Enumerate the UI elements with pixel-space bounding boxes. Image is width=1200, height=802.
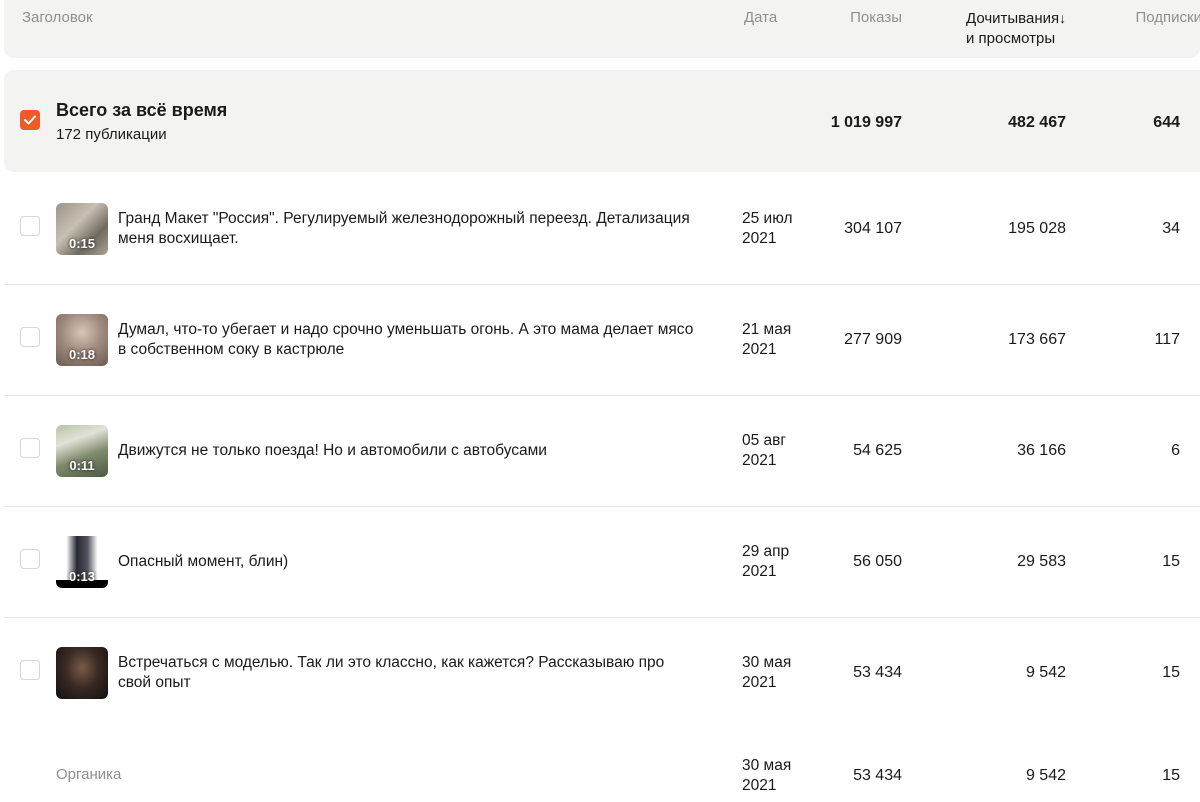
row-checkbox[interactable] xyxy=(20,216,40,236)
total-subs: 644 xyxy=(1153,114,1180,131)
check-icon xyxy=(24,115,36,125)
row-title[interactable]: Движутся не только поезда! Но и автомоби… xyxy=(118,441,733,461)
video-duration: 0:15 xyxy=(68,236,96,251)
row-title-line1: Гранд Макет "Россия". Регулируемый желез… xyxy=(118,210,690,227)
organic-subs: 15 xyxy=(1162,767,1180,784)
row-reads: 29 583 xyxy=(1017,553,1066,570)
total-checkbox[interactable] xyxy=(20,110,40,130)
video-duration: 0:11 xyxy=(69,458,95,473)
organic-label: Органика xyxy=(56,766,122,783)
row-reads: 173 667 xyxy=(1008,331,1066,348)
row-title-line2: меня восхищает. xyxy=(118,230,239,247)
row-subs: 34 xyxy=(1162,220,1180,237)
row-title-line1: Опасный момент, блин) xyxy=(118,553,289,570)
sort-down-icon: ↓ xyxy=(1059,10,1067,26)
column-header-title[interactable]: Заголовок xyxy=(22,8,93,28)
row-subs: 6 xyxy=(1171,442,1180,459)
column-header-reads[interactable]: Дочитывания↓ и просмотры xyxy=(966,8,1096,49)
video-thumbnail[interactable]: 0:13 xyxy=(56,536,108,588)
column-header-subs[interactable]: Подписки xyxy=(1084,8,1200,28)
row-title-line2: в собственном соку в кастрюле xyxy=(118,341,345,358)
article-thumbnail[interactable] xyxy=(56,647,108,699)
reads-header-line1: Дочитывания xyxy=(966,10,1060,27)
row-reads: 36 166 xyxy=(1017,442,1066,459)
total-title: Всего за всё время xyxy=(56,100,228,120)
table-row[interactable]: 0:13 Опасный момент, блин) 29 апр 2021 5… xyxy=(4,506,1200,618)
row-reads: 195 028 xyxy=(1008,220,1066,237)
table-row[interactable]: 0:18 Думал, что-то убегает и надо срочно… xyxy=(4,284,1200,396)
video-thumbnail[interactable]: 0:11 xyxy=(56,425,108,477)
video-thumbnail[interactable]: 0:18 xyxy=(56,314,108,366)
row-subs: 15 xyxy=(1162,664,1180,681)
row-subs: 117 xyxy=(1154,331,1180,348)
organic-reads: 9 542 xyxy=(1025,767,1066,784)
table-row[interactable]: 0:15 Гранд Макет "Россия". Регулируемый … xyxy=(4,173,1200,285)
video-duration: 0:13 xyxy=(68,569,96,584)
row-title[interactable]: Опасный момент, блин) xyxy=(118,552,733,572)
table-row[interactable]: 0:11 Движутся не только поезда! Но и авт… xyxy=(4,395,1200,507)
row-title-line1: Думал, что-то убегает и надо срочно умен… xyxy=(118,321,694,338)
table-header: Заголовок Дата Показы Дочитывания↓ и про… xyxy=(4,0,1200,58)
row-checkbox[interactable] xyxy=(20,549,40,569)
row-checkbox[interactable] xyxy=(20,660,40,680)
reads-header-line2: и просмотры xyxy=(966,30,1056,47)
row-title[interactable]: Думал, что-то убегает и надо срочно умен… xyxy=(118,320,733,360)
row-title[interactable]: Встречаться с моделью. Так ли это классн… xyxy=(118,653,733,693)
column-header-shows[interactable]: Показы xyxy=(704,8,902,28)
row-checkbox[interactable] xyxy=(20,438,40,458)
row-title-line2: свой опыт xyxy=(118,674,191,691)
table-row[interactable]: Встречаться с моделью. Так ли это классн… xyxy=(4,617,1200,728)
row-title[interactable]: Гранд Макет "Россия". Регулируемый желез… xyxy=(118,209,733,249)
video-duration: 0:18 xyxy=(68,347,96,362)
video-thumbnail[interactable]: 0:15 xyxy=(56,203,108,255)
row-title-line1: Движутся не только поезда! Но и автомоби… xyxy=(118,442,547,459)
row-reads: 9 542 xyxy=(1025,664,1066,681)
row-subs: 15 xyxy=(1162,553,1180,570)
row-title-line1: Встречаться с моделью. Так ли это классн… xyxy=(118,654,665,671)
total-row: Всего за всё время 172 публикации 1 019 … xyxy=(4,70,1200,172)
row-checkbox[interactable] xyxy=(20,327,40,347)
organic-row: Органика 30 мая 2021 53 434 9 542 15 xyxy=(4,728,1200,802)
total-publications-count: 172 публикации xyxy=(56,126,167,143)
total-reads: 482 467 xyxy=(1008,114,1066,131)
